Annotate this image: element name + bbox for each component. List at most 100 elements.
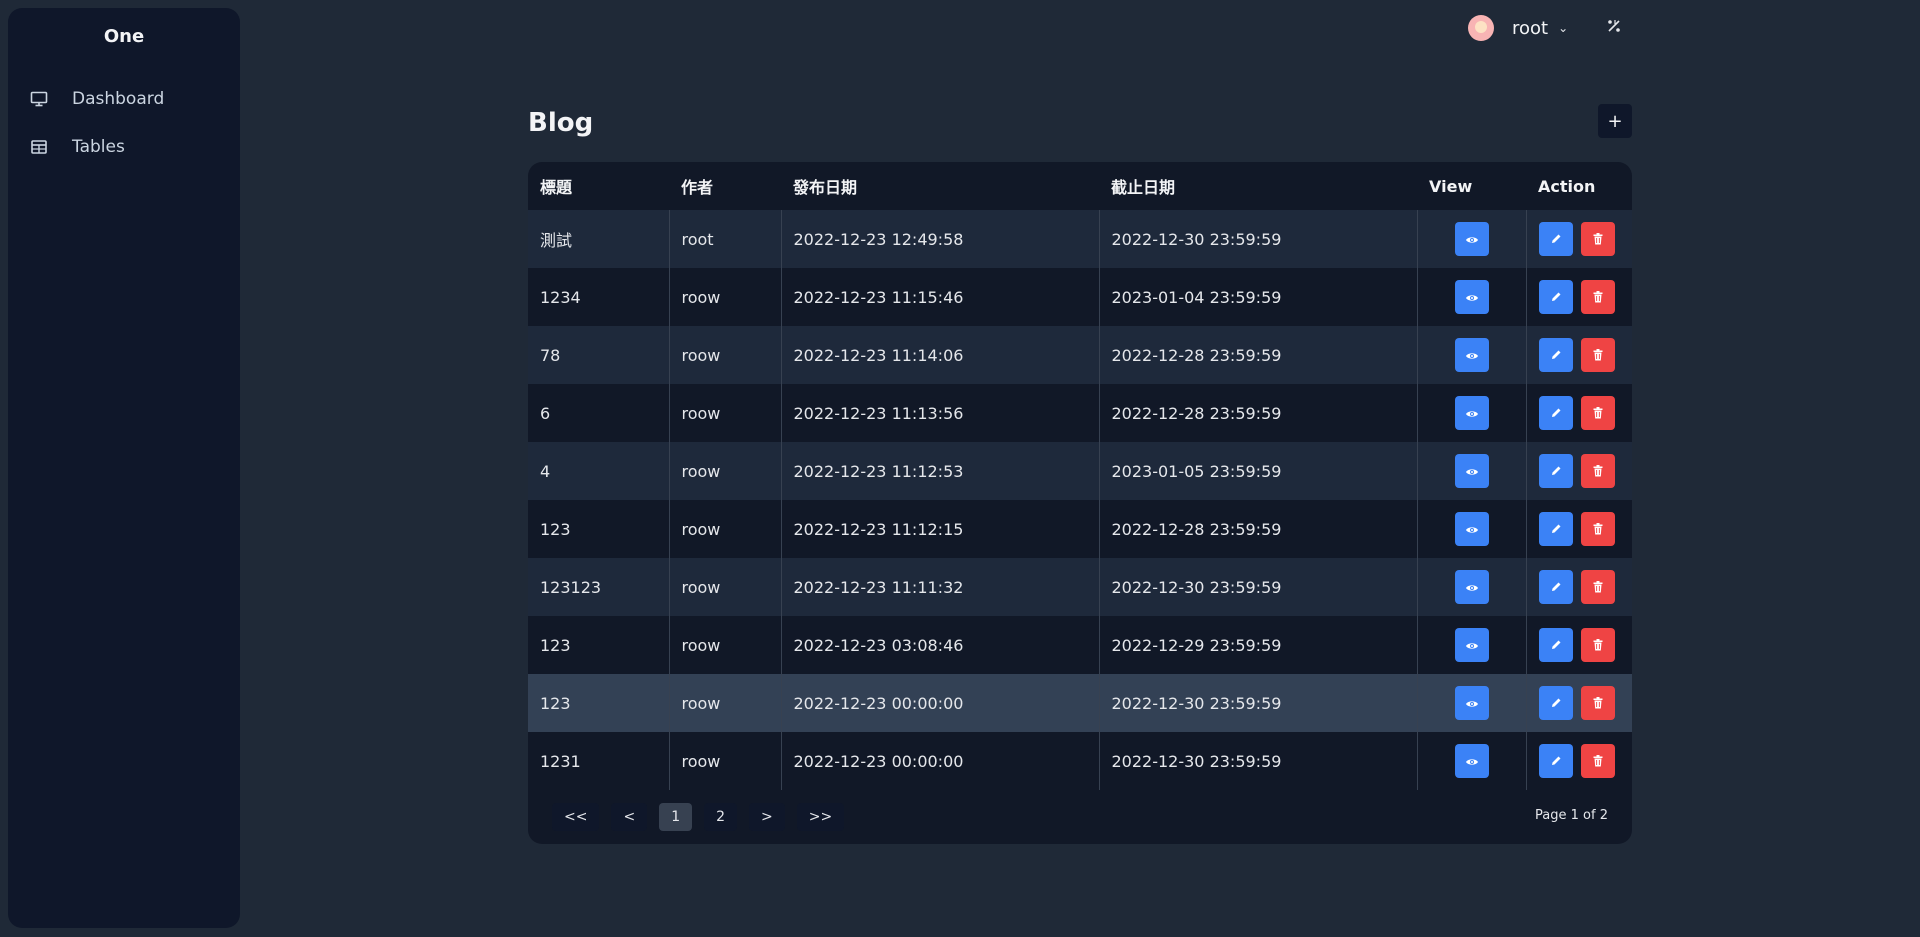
table-row[interactable]: 123 roow 2022-12-23 11:12:15 2022-12-28 23:… (528, 500, 1632, 558)
cell-view (1417, 558, 1527, 616)
table-row[interactable]: 123 roow 2022-12-23 00:00:00 2022-12-30 23:… (528, 674, 1632, 732)
cell-author: roow (669, 674, 782, 732)
delete-button[interactable] (1580, 454, 1615, 488)
edit-button[interactable] (1538, 454, 1573, 488)
cell-publish-date: 2022-12-23 11:11:32 (781, 558, 1100, 616)
table-row[interactable]: 78 roow 2022-12-23 11:14:06 2022-12-28 23:5… (528, 326, 1632, 384)
cell-title: 4 (528, 442, 670, 500)
trash-icon (1593, 520, 1603, 539)
cell-view (1417, 384, 1527, 442)
page-button-2[interactable]: 2 (704, 803, 738, 831)
edit-button[interactable] (1538, 396, 1573, 430)
edit-button[interactable] (1538, 744, 1573, 778)
sidebar-item-dashboard[interactable]: Dashboard (8, 75, 240, 123)
cell-publish-date: 2022-12-23 00:00:00 (781, 732, 1100, 790)
table-header-row: 標題 作者 發布日期 截止日期 View Action (528, 162, 1632, 210)
pencil-icon (1550, 230, 1562, 249)
cell-author: roow (669, 326, 782, 384)
sidebar-item-tables[interactable]: Tables (8, 123, 240, 171)
cell-action (1526, 268, 1632, 326)
cell-publish-date: 2022-12-23 11:12:15 (781, 500, 1100, 558)
view-button[interactable] (1454, 454, 1489, 488)
cell-view (1417, 210, 1527, 268)
pencil-icon (1550, 694, 1562, 713)
cell-action (1526, 616, 1632, 674)
page-button-1[interactable]: 1 (659, 803, 693, 831)
sidebar-item-label: Tables (72, 137, 125, 157)
edit-button[interactable] (1538, 222, 1573, 256)
delete-button[interactable] (1580, 628, 1615, 662)
table-row[interactable]: 6 roow 2022-12-23 11:13:56 2022-12-28 23:59… (528, 384, 1632, 442)
cell-publish-date: 2022-12-23 00:00:00 (781, 674, 1100, 732)
cell-deadline: 2023-01-04 23:59:59 (1099, 268, 1418, 326)
cell-action (1526, 326, 1632, 384)
cell-deadline: 2022-12-30 23:59:59 (1099, 210, 1418, 268)
last-page-button[interactable]: >> (796, 803, 845, 831)
pencil-icon (1550, 752, 1562, 771)
next-page-button[interactable]: > (749, 803, 785, 831)
user-name[interactable]: root (1512, 18, 1548, 39)
header-deadline: 截止日期 (1111, 178, 1176, 197)
first-page-button[interactable]: << (552, 803, 600, 831)
trash-icon (1593, 752, 1603, 771)
delete-button[interactable] (1580, 280, 1615, 314)
pencil-icon (1550, 288, 1562, 307)
view-button[interactable] (1454, 686, 1489, 720)
view-button[interactable] (1454, 512, 1489, 546)
delete-button[interactable] (1580, 396, 1615, 430)
cell-view (1417, 326, 1527, 384)
table-row[interactable]: 測試 root 2022-12-23 12:49:58 2022-12-30 23:5… (528, 210, 1632, 268)
view-button[interactable] (1454, 570, 1489, 604)
view-button[interactable] (1454, 280, 1489, 314)
table-row[interactable]: 4 roow 2022-12-23 11:12:53 2023-01-05 23:59… (528, 442, 1632, 500)
cell-author: roow (669, 384, 782, 442)
trash-icon (1593, 404, 1603, 423)
cell-author: roow (669, 500, 782, 558)
view-button[interactable] (1454, 396, 1489, 430)
delete-button[interactable] (1580, 570, 1615, 604)
delete-button[interactable] (1580, 744, 1615, 778)
edit-button[interactable] (1538, 280, 1573, 314)
table-row[interactable]: 1234 roow 2022-12-23 11:15:46 2023-01-04 23… (528, 268, 1632, 326)
trash-icon (1593, 578, 1603, 597)
edit-button[interactable] (1538, 628, 1573, 662)
avatar[interactable] (1468, 15, 1494, 41)
cell-title: 1234 (528, 268, 670, 326)
table-row[interactable]: 123123 roow 2022-12-23 11:11:32 2022-12-30 … (528, 558, 1632, 616)
cell-view (1417, 268, 1527, 326)
brand-title: One (103, 26, 145, 47)
view-button[interactable] (1454, 222, 1489, 256)
prev-page-button[interactable]: < (611, 803, 648, 831)
table-row[interactable]: 1231 roow 2022-12-23 00:00:00 2022-12-30 23… (528, 732, 1632, 790)
delete-button[interactable] (1580, 222, 1615, 256)
edit-button[interactable] (1538, 512, 1573, 546)
delete-button[interactable] (1580, 338, 1615, 372)
header-author: 作者 (681, 178, 714, 197)
cell-view (1417, 616, 1527, 674)
delete-button[interactable] (1580, 512, 1615, 546)
table-row[interactable]: 123 roow 2022-12-23 03:08:46 2022-12-29 23:… (528, 616, 1632, 674)
pagination: << < 1 2 > >> Page 1 of 2 (528, 790, 1632, 844)
cell-view (1417, 732, 1527, 790)
cell-publish-date: 2022-12-23 03:08:46 (781, 616, 1100, 674)
view-button[interactable] (1454, 338, 1489, 372)
eye-icon (1465, 752, 1479, 771)
view-button[interactable] (1454, 744, 1489, 778)
eye-icon (1465, 520, 1479, 539)
edit-button[interactable] (1538, 686, 1573, 720)
cell-title: 123 (528, 674, 670, 732)
add-post-button[interactable]: + (1598, 104, 1632, 138)
trash-icon (1593, 346, 1603, 365)
trash-icon (1593, 636, 1603, 655)
edit-button[interactable] (1538, 338, 1573, 372)
cell-deadline: 2022-12-30 23:59:59 (1099, 732, 1418, 790)
header-action: Action (1538, 176, 1596, 196)
cell-title: 123 (528, 500, 670, 558)
edit-button[interactable] (1538, 570, 1573, 604)
delete-button[interactable] (1580, 686, 1615, 720)
cell-title: 78 (528, 326, 670, 384)
view-button[interactable] (1454, 628, 1489, 662)
pencil-icon (1550, 520, 1562, 539)
theme-toggle-icon[interactable] (1606, 18, 1622, 38)
chevron-down-icon[interactable]: ⌄ (1558, 21, 1568, 35)
